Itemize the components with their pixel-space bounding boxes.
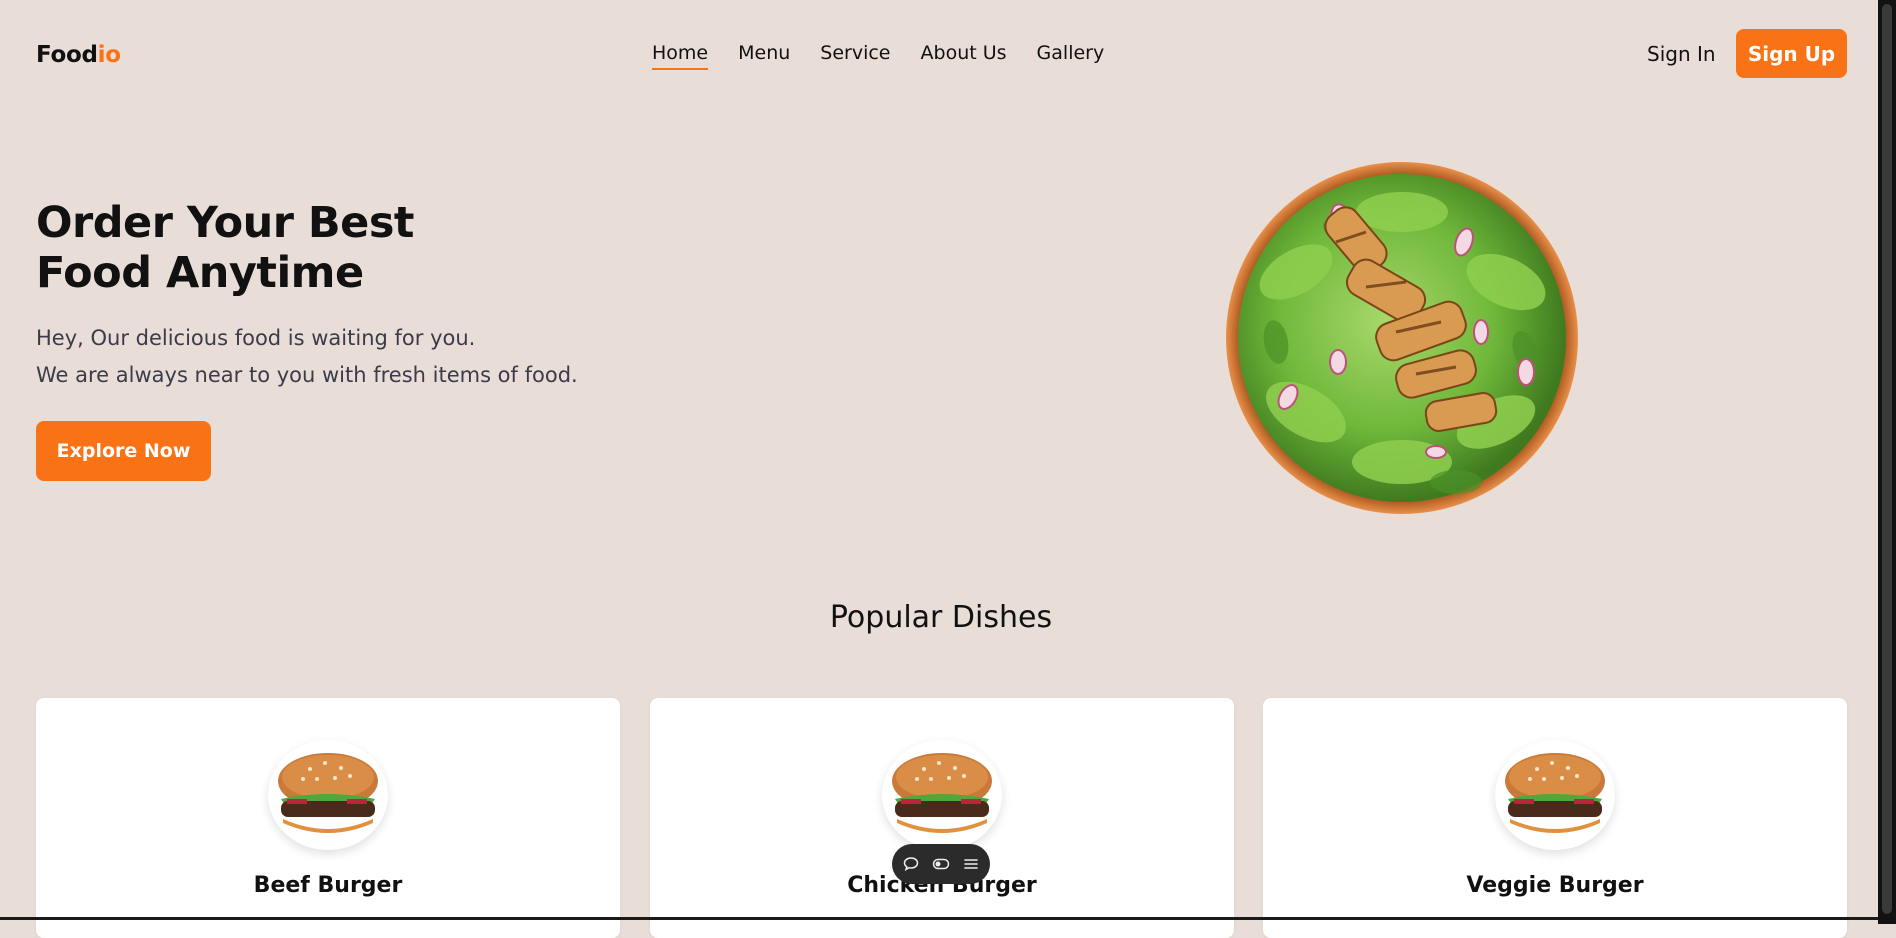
dish-card-beef-burger[interactable]: Beef Burger — [36, 698, 620, 938]
nav-gallery[interactable]: Gallery — [1037, 42, 1105, 70]
nav-menu[interactable]: Menu — [738, 42, 790, 70]
dish-image — [882, 740, 1002, 850]
main-nav: Home Menu Service About Us Gallery — [652, 42, 1104, 70]
logo-text: Food — [36, 42, 98, 68]
toggle-icon[interactable] — [931, 854, 951, 874]
page: Foodio Home Menu Service About Us Galler… — [0, 0, 1878, 938]
dish-name: Veggie Burger — [1466, 873, 1644, 898]
burger-image — [278, 753, 378, 833]
logo[interactable]: Foodio — [36, 42, 121, 68]
popular-dishes-title: Popular Dishes — [829, 600, 1053, 635]
burger-image — [1505, 753, 1605, 833]
sign-in-link[interactable]: Sign In — [1647, 42, 1716, 66]
explore-now-button[interactable]: Explore Now — [36, 421, 211, 481]
dish-card-veggie-burger[interactable]: Veggie Burger — [1263, 698, 1847, 938]
burger-image — [892, 753, 992, 833]
hero-title: Order Your Best Food Anytime — [36, 198, 415, 298]
menu-icon[interactable] — [961, 854, 981, 874]
dish-image — [1495, 740, 1615, 850]
nav-home[interactable]: Home — [652, 42, 709, 70]
scrollbar-thumb[interactable] — [1882, 4, 1892, 914]
sign-up-button[interactable]: Sign Up — [1736, 29, 1847, 78]
dish-image — [268, 740, 388, 850]
chat-bubble-icon[interactable] — [901, 854, 921, 874]
dish-card-chicken-burger[interactable]: Chicken Burger — [650, 698, 1234, 938]
logo-accent: io — [97, 42, 121, 68]
floating-toolbar — [892, 844, 990, 884]
hero-title-line2: Food Anytime — [36, 248, 364, 298]
hero-title-line1: Order Your Best — [36, 198, 415, 248]
hero-subtitle-line2: We are always near to you with fresh ite… — [36, 363, 578, 387]
hero-subtitle: Hey, Our delicious food is waiting for y… — [36, 320, 578, 394]
hero-salad-image — [1226, 162, 1578, 514]
nav-about-us[interactable]: About Us — [921, 42, 1007, 70]
dish-name: Beef Burger — [253, 873, 403, 898]
window-bottom-edge — [0, 917, 1878, 920]
nav-service[interactable]: Service — [820, 42, 890, 70]
scrollbar[interactable] — [1878, 0, 1896, 924]
hero-subtitle-line1: Hey, Our delicious food is waiting for y… — [36, 326, 476, 350]
